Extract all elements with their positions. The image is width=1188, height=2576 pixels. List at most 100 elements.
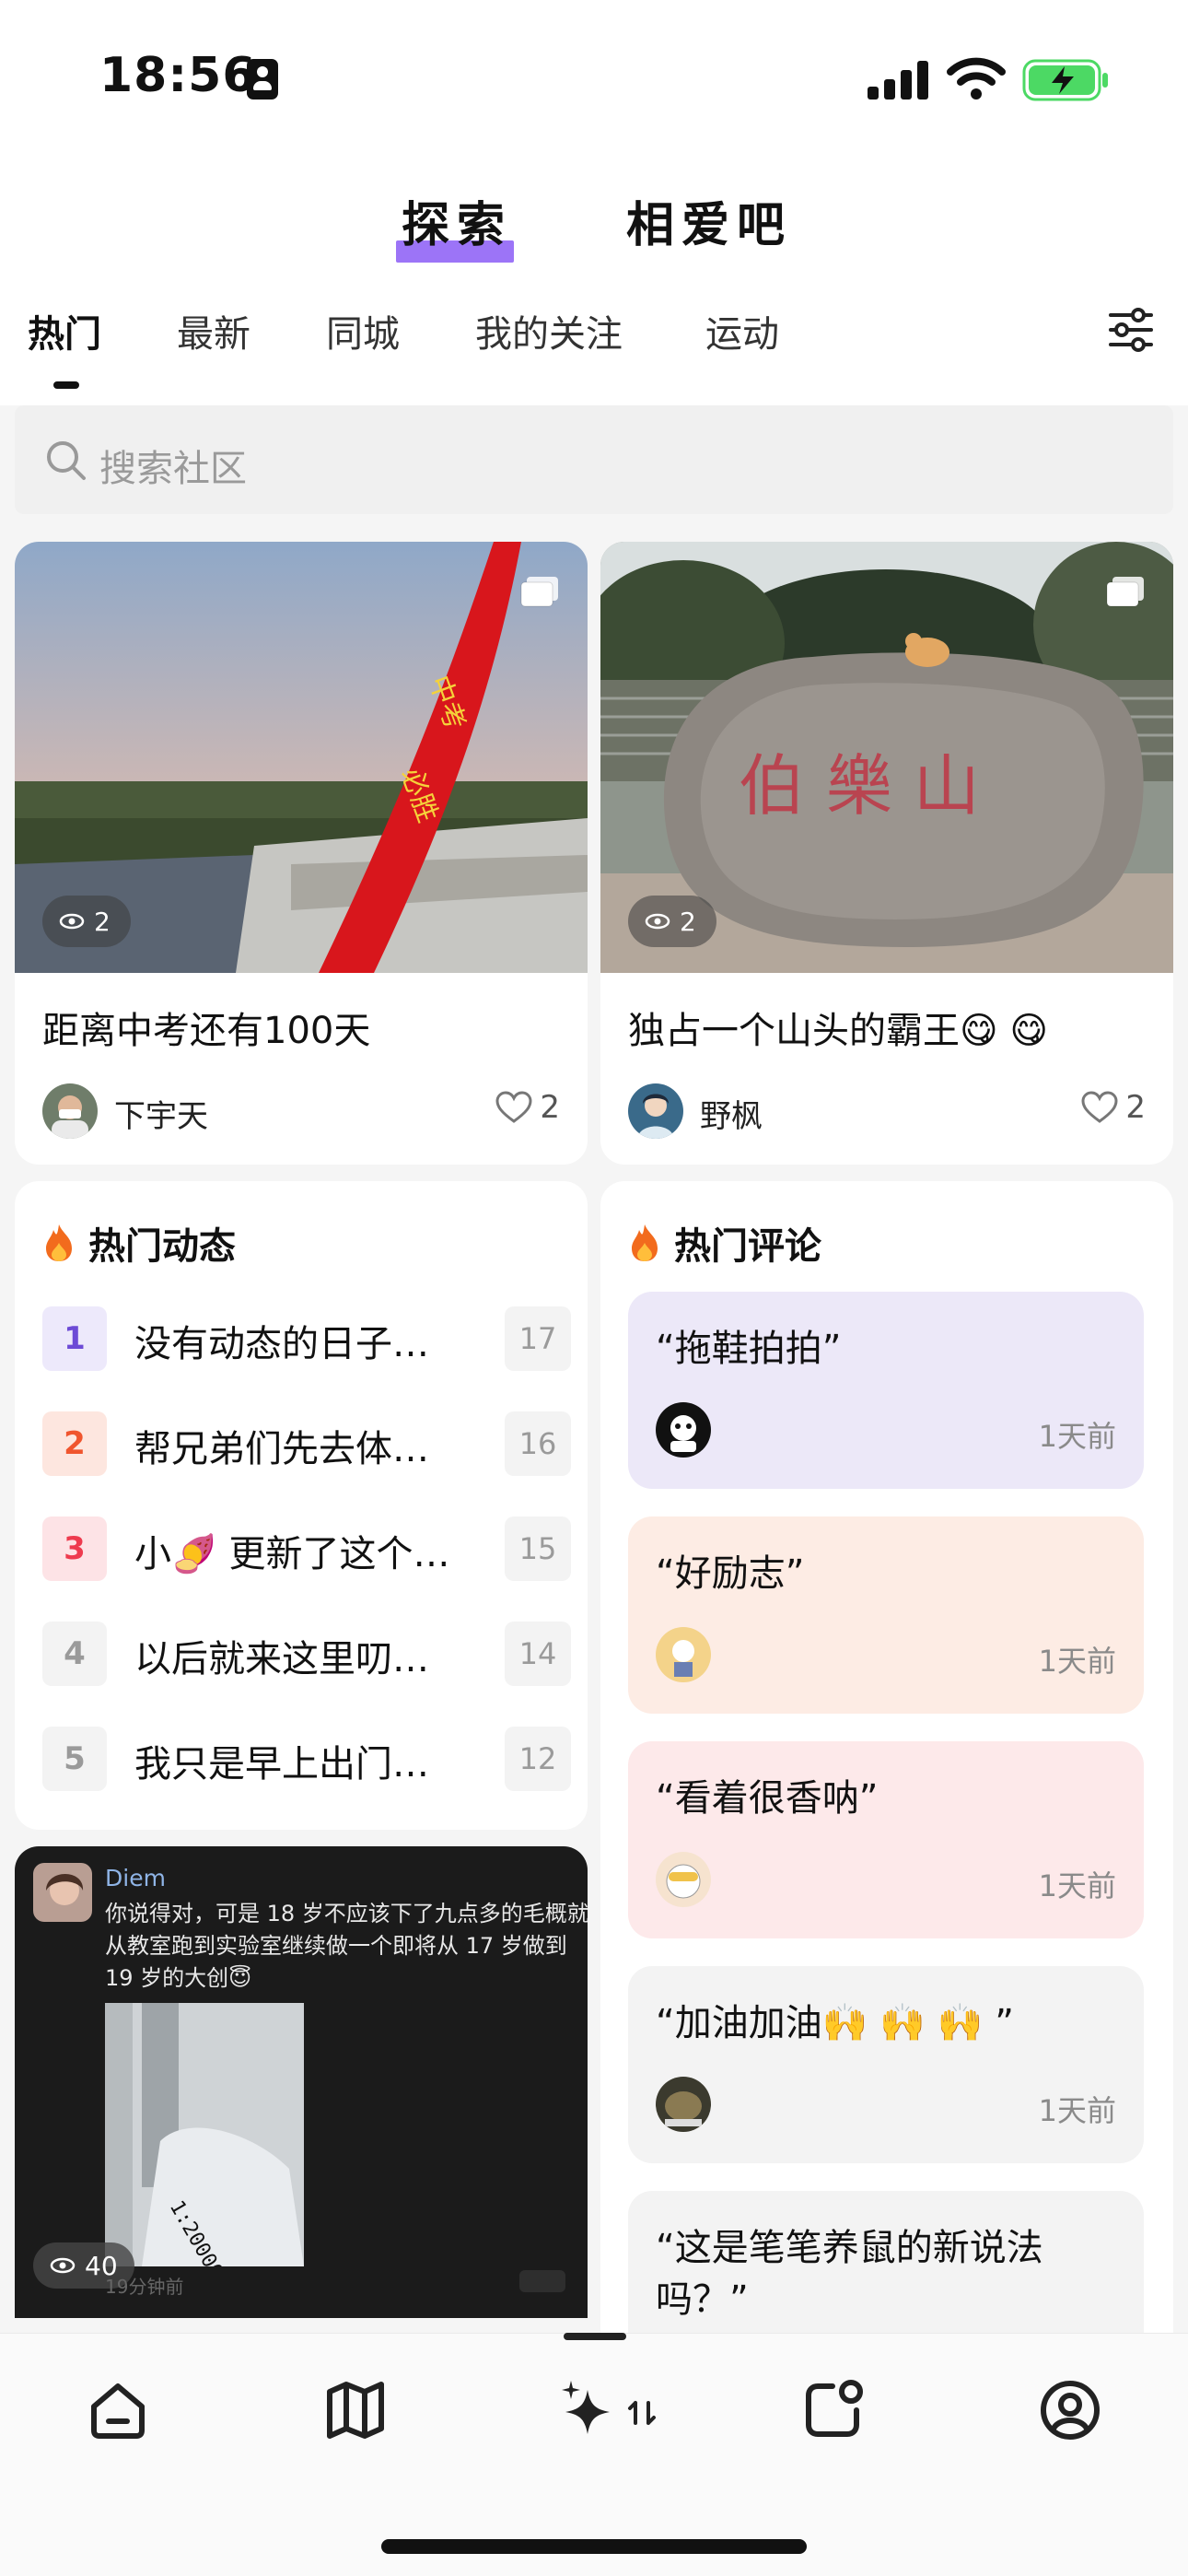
hot-post-count: 17 — [505, 1306, 571, 1371]
battery-charging-icon — [1022, 59, 1108, 101]
comment-time: 1天前 — [1038, 1419, 1116, 1454]
scroll-indicator — [564, 2333, 626, 2340]
search-input[interactable]: 搜索社区 — [99, 439, 247, 492]
rank-number: 3 — [42, 1516, 107, 1581]
view-count-badge: 2 — [628, 896, 716, 947]
post-card[interactable]: 伯 樂 山 2 独占一个山头的霸王😋 😋 野枫 2 — [600, 542, 1173, 1165]
comment-card[interactable]: “好励志” 1天前 — [628, 1516, 1144, 1714]
comment-text: “好励志” — [656, 1552, 805, 1595]
hot-comments-title: 热门评论 — [628, 1216, 821, 1270]
hot-post-text: 以后就来这里叨… — [134, 1638, 429, 1680]
hot-post-count: 16 — [505, 1411, 571, 1476]
hot-posts-panel: 热门动态 1 没有动态的日子… 17 2 帮兄弟们先去体… 16 3 小🍠 更新了这个… 15 4… — [15, 1181, 588, 1830]
category-tab-latest[interactable]: 最新 — [177, 304, 250, 357]
rank-number: 2 — [42, 1411, 107, 1476]
category-tab-sports[interactable]: 运动 — [705, 304, 779, 357]
screenshot-photo: 1:20000 — [105, 2003, 304, 2266]
avatar — [656, 1852, 711, 1907]
avatar — [656, 1402, 711, 1458]
comment-time: 1天前 — [1038, 1644, 1116, 1679]
category-tab-local[interactable]: 同城 — [326, 304, 400, 357]
sparkles-icon[interactable] — [560, 2377, 670, 2443]
multiple-images-icon — [1106, 577, 1144, 607]
hot-post-item[interactable]: 2 帮兄弟们先去体… 16 — [42, 1411, 571, 1476]
like-button[interactable]: 2 — [1081, 1089, 1146, 1126]
screenshot-post-card[interactable]: Diem 你说得对，可是 18 岁不应该下了九点多的毛概就从教室跑到实验室继续做… — [15, 1846, 588, 2318]
status-time: 18:56 — [99, 48, 257, 103]
fire-icon — [46, 1224, 72, 1261]
post-author[interactable]: 野枫 — [700, 1091, 763, 1136]
heart-icon — [495, 1091, 532, 1123]
screenshot-author: Diem — [105, 1865, 166, 1891]
rank-number: 1 — [42, 1306, 107, 1371]
heart-icon — [1081, 1091, 1118, 1123]
note-icon[interactable] — [799, 2377, 866, 2443]
comment-text: “这是笔笔养鼠的新说法吗？” — [656, 2227, 1043, 2321]
avatar — [656, 1627, 711, 1682]
view-count: 2 — [680, 906, 696, 937]
rank-number: 5 — [42, 1727, 107, 1791]
hot-post-item[interactable]: 1 没有动态的日子… 17 — [42, 1306, 571, 1371]
comment-card[interactable]: “拖鞋拍拍” 1天前 — [628, 1292, 1144, 1489]
hot-comments-title-text: 热门评论 — [674, 1225, 821, 1268]
hot-posts-title-text: 热门动态 — [88, 1225, 236, 1268]
search-bar[interactable]: 搜索社区 — [15, 405, 1173, 514]
screenshot-body: 你说得对，可是 18 岁不应该下了九点多的毛概就从教室跑到实验室继续做一个即将从… — [105, 1901, 588, 1991]
hot-post-item[interactable]: 4 以后就来这里叨… 14 — [42, 1622, 571, 1686]
filter-sliders-icon[interactable] — [1105, 304, 1157, 356]
hot-post-text: 我只是早上出门… — [134, 1743, 429, 1786]
more-options-icon — [519, 2270, 565, 2292]
hot-post-count: 12 — [505, 1727, 571, 1791]
hot-post-item[interactable]: 5 我只是早上出门… 12 — [42, 1727, 571, 1791]
signal-icon — [868, 61, 928, 100]
eye-icon — [59, 913, 85, 930]
hot-comments-panel: 热门评论 “拖鞋拍拍” 1天前 “好励志” 1天前 “看着很香呐” 1天前 “加油加油🙌 🙌… — [600, 1181, 1173, 2333]
like-count: 2 — [540, 1089, 560, 1126]
post-author[interactable]: 下宇天 — [114, 1091, 208, 1136]
comment-text: “看着很香呐” — [656, 1777, 879, 1820]
avatar — [656, 2077, 711, 2132]
tab-love[interactable]: 相爱吧 — [626, 186, 792, 255]
post-title: 独占一个山头的霸王😋 😋 — [628, 1010, 1049, 1052]
tab-explore[interactable]: 探索 — [396, 186, 515, 263]
post-title: 距离中考还有100天 — [42, 1010, 371, 1052]
comment-time: 1天前 — [1038, 1868, 1116, 1903]
hot-post-text: 小🍠 更新了这个… — [134, 1533, 450, 1575]
hot-posts-title: 热门动态 — [42, 1216, 236, 1270]
like-button[interactable]: 2 — [495, 1089, 560, 1126]
wifi-icon — [947, 57, 1006, 100]
category-tab-following[interactable]: 我的关注 — [475, 304, 623, 357]
hot-post-count: 14 — [505, 1622, 571, 1686]
like-count: 2 — [1125, 1089, 1146, 1126]
svg-text:伯 樂 山: 伯 樂 山 — [739, 747, 980, 825]
avatar[interactable] — [42, 1083, 98, 1139]
comment-card[interactable]: “这是笔笔养鼠的新说法吗？” — [628, 2191, 1144, 2333]
comment-text: “加油加油🙌 🙌 🙌 ” — [656, 2002, 1015, 2044]
screenshot-time: 19分钟前 — [105, 2276, 184, 2298]
hot-post-text: 帮兄弟们先去体… — [134, 1428, 429, 1470]
home-indicator — [381, 2539, 807, 2554]
map-icon[interactable] — [322, 2377, 389, 2443]
comment-card[interactable]: “看着很香呐” 1天前 — [628, 1741, 1144, 1938]
comment-card[interactable]: “加油加油🙌 🙌 🙌 ” 1天前 — [628, 1966, 1144, 2163]
header: 探索 相爱吧 热门 最新 同城 我的关注 运动 — [0, 157, 1188, 405]
eye-icon — [50, 2257, 76, 2274]
fire-icon — [632, 1224, 658, 1261]
comment-time: 1天前 — [1038, 2093, 1116, 2128]
search-icon — [47, 441, 86, 480]
post-card[interactable]: 中考 必胜 2 距离中考还有100天 下宇天 2 — [15, 542, 588, 1165]
comment-text: “拖鞋拍拍” — [656, 1328, 842, 1370]
category-tab-hot[interactable]: 热门 — [28, 304, 101, 357]
tab-explore-label: 探索 — [402, 198, 513, 253]
hot-post-count: 15 — [505, 1516, 571, 1581]
avatar — [33, 1863, 92, 1922]
view-count-badge: 2 — [42, 896, 131, 947]
profile-icon[interactable] — [1037, 2377, 1103, 2443]
hot-post-item[interactable]: 3 小🍠 更新了这个… 15 — [42, 1516, 571, 1581]
eye-icon — [645, 913, 670, 930]
multiple-images-icon — [520, 577, 558, 607]
avatar[interactable] — [628, 1083, 683, 1139]
active-tab-indicator — [53, 381, 79, 389]
home-icon[interactable] — [85, 2377, 151, 2443]
tab-love-label: 相爱吧 — [626, 198, 793, 253]
